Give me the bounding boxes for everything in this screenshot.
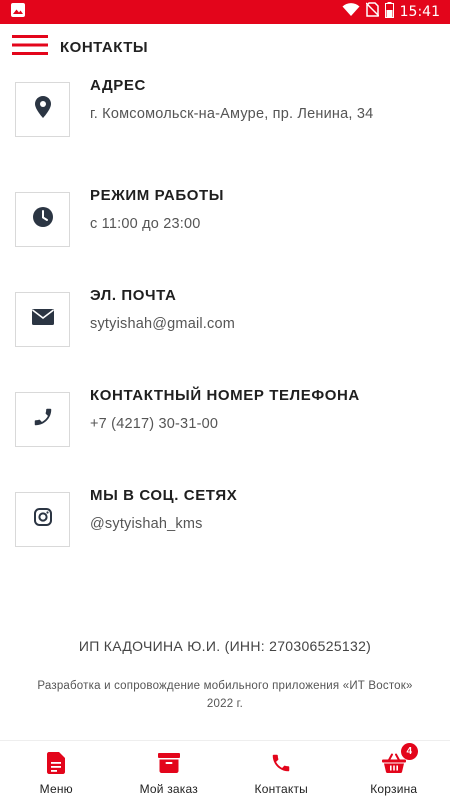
developer-info: Разработка и сопровождение мобильного пр…: [37, 680, 413, 710]
email-icon-box: [15, 292, 70, 347]
envelope-icon: [31, 309, 54, 330]
document-icon[interactable]: [47, 751, 66, 775]
nav-label-cart: Корзина: [370, 782, 418, 796]
bottom-navigation: Меню Мой заказ Контакты 4 Корзина: [0, 740, 450, 800]
phone-icon[interactable]: [270, 751, 292, 775]
phone-value[interactable]: +7 (4217) 30-31-00: [90, 414, 420, 435]
contacts-list: АДРЕС г. Комсомольск-на-Амуре, пр. Ленин…: [0, 70, 450, 740]
social-icon-box: [15, 492, 70, 547]
nav-item-menu[interactable]: Меню: [0, 741, 113, 800]
battery-icon: [384, 1, 394, 23]
location-pin-icon: [34, 96, 51, 123]
phone-icon-box: [15, 392, 70, 447]
address-value: г. Комсомольск-на-Амуре, пр. Ленина, 34: [90, 106, 374, 122]
nav-label-my-order: Мой заказ: [139, 782, 198, 796]
address-icon-box: [15, 82, 70, 137]
menu-button[interactable]: [0, 24, 60, 70]
basket-icon[interactable]: 4: [381, 743, 418, 775]
email-title: ЭЛ. ПОЧТА: [90, 287, 177, 304]
hamburger-icon[interactable]: [12, 34, 48, 61]
status-bar: 15:41: [0, 0, 450, 24]
social-title: МЫ В СОЦ. СЕТЯХ: [90, 487, 238, 504]
hours-value: с 11:00 до 23:00: [90, 216, 201, 232]
no-sim-icon: [365, 2, 380, 22]
phone-title: КОНТАКТНЫЙ НОМЕР ТЕЛЕФОНА: [90, 387, 360, 404]
image-icon: [10, 2, 26, 23]
page-title: КОНТАКТЫ: [60, 38, 149, 56]
social-value[interactable]: @sytyishah_kms: [90, 514, 420, 535]
wifi-icon: [342, 2, 360, 22]
instagram-icon: [33, 508, 52, 531]
phone-icon: [32, 406, 54, 433]
legal-info: ИП КАДОЧИНА Ю.И. (ИНН: 270306525132): [78, 638, 372, 654]
email-value[interactable]: sytyishah@gmail.com: [90, 314, 420, 335]
box-icon[interactable]: [157, 751, 180, 775]
clock-icon: [32, 206, 54, 233]
status-time: 15:41: [399, 4, 440, 20]
nav-label-menu: Меню: [39, 782, 73, 796]
nav-item-contacts[interactable]: Контакты: [225, 741, 338, 800]
app-bar: КОНТАКТЫ: [0, 24, 450, 70]
hours-icon-box: [15, 192, 70, 247]
nav-item-my-order[interactable]: Мой заказ: [113, 741, 226, 800]
hours-title: РЕЖИМ РАБОТЫ: [90, 187, 225, 204]
nav-item-cart[interactable]: 4 Корзина: [338, 741, 450, 800]
nav-label-contacts: Контакты: [254, 782, 308, 796]
cart-badge: 4: [400, 743, 418, 760]
address-title: АДРЕС: [90, 77, 146, 94]
